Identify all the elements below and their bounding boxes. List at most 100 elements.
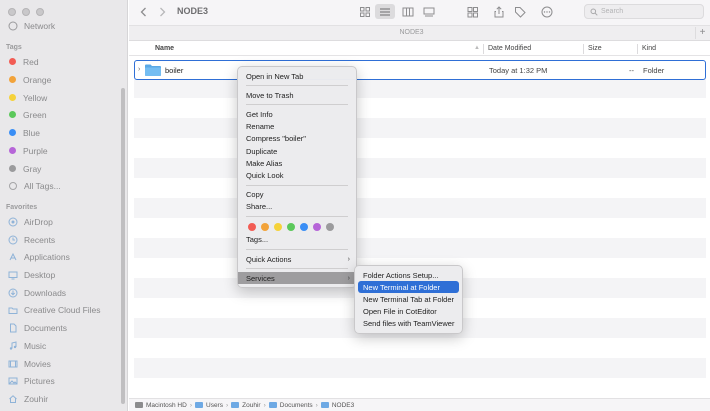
table-row xyxy=(134,98,706,118)
home-icon xyxy=(231,402,240,408)
sidebar-tag-blue[interactable]: Blue xyxy=(8,124,40,141)
gray-tag-button[interactable] xyxy=(326,222,334,231)
close-window-button[interactable] xyxy=(8,8,16,16)
column-size[interactable]: Size xyxy=(588,45,602,52)
path-item-macintosh-hd[interactable]: Macintosh HD xyxy=(146,402,187,409)
column-divider[interactable] xyxy=(637,44,638,54)
menu-item-rename[interactable]: Rename xyxy=(238,121,356,133)
menu-item-compress[interactable]: Compress "boiler" xyxy=(238,133,356,145)
path-item-documents[interactable]: Documents xyxy=(280,402,313,409)
list-icon xyxy=(380,8,390,15)
action-menu-button[interactable] xyxy=(536,4,558,19)
sidebar-item-documents[interactable]: Documents xyxy=(8,319,67,336)
sidebar-item-label: Creative Cloud Files xyxy=(24,304,101,315)
sidebar-item-label: Yellow xyxy=(23,92,48,103)
menu-item-send-teamviewer[interactable]: Send files with TeamViewer xyxy=(355,318,462,330)
sidebar-scrollbar[interactable] xyxy=(121,88,125,404)
tab-node3[interactable]: NODE3 xyxy=(129,29,694,36)
menu-item-open-in-coteditor[interactable]: Open File in CotEditor xyxy=(355,306,462,318)
disclosure-chevron-icon[interactable]: › xyxy=(138,66,140,73)
menu-item-move-to-trash[interactable]: Move to Trash xyxy=(238,89,356,101)
column-name[interactable]: Name xyxy=(155,45,174,52)
minimize-window-button[interactable] xyxy=(22,8,30,16)
pictures-icon xyxy=(8,376,18,386)
table-row xyxy=(134,158,706,178)
sidebar-tag-orange[interactable]: Orange xyxy=(8,71,51,88)
folder-icon xyxy=(8,305,18,315)
sidebar-tag-green[interactable]: Green xyxy=(8,106,47,123)
menu-item-tags[interactable]: Tags... xyxy=(238,234,356,246)
menu-item-folder-actions-setup[interactable]: Folder Actions Setup... xyxy=(355,269,462,281)
file-row-boiler[interactable]: › boiler Today at 1:32 PM -- Folder xyxy=(134,60,706,80)
sidebar-item-pictures[interactable]: Pictures xyxy=(8,372,55,389)
column-divider[interactable] xyxy=(483,44,484,54)
column-date[interactable]: Date Modified xyxy=(488,45,531,52)
tag-button[interactable] xyxy=(513,4,527,19)
menu-item-quick-actions[interactable]: Quick Actions › xyxy=(238,253,356,265)
yellow-tag-button[interactable] xyxy=(274,222,282,231)
sidebar-all-tags[interactable]: All Tags... xyxy=(8,177,61,194)
sidebar-tag-gray[interactable]: Gray xyxy=(8,160,41,177)
path-item-zouhir[interactable]: Zouhir xyxy=(242,402,260,409)
tags-header: Tags xyxy=(6,44,22,51)
chevron-right-icon: › xyxy=(347,255,350,263)
group-button[interactable] xyxy=(463,4,483,19)
menu-item-new-terminal-at-folder[interactable]: New Terminal at Folder xyxy=(358,281,459,294)
search-field[interactable]: Search xyxy=(584,4,704,19)
column-divider[interactable] xyxy=(583,44,584,54)
menu-item-copy[interactable]: Copy xyxy=(238,189,356,201)
file-kind: Folder xyxy=(643,66,665,75)
menu-item-services[interactable]: Services › xyxy=(238,272,356,285)
sidebar-tag-purple[interactable]: Purple xyxy=(8,142,48,159)
sidebar-item-airdrop[interactable]: AirDrop xyxy=(8,213,53,230)
sidebar-item-label: All Tags... xyxy=(24,180,61,191)
menu-item-get-info[interactable]: Get Info xyxy=(238,108,356,120)
green-tag-button[interactable] xyxy=(287,222,295,231)
sidebar-item-label: Orange xyxy=(23,74,52,85)
sidebar-item-desktop[interactable]: Desktop xyxy=(8,266,55,283)
table-row xyxy=(134,238,706,258)
new-tab-button[interactable]: + xyxy=(695,27,709,39)
search-placeholder: Search xyxy=(601,8,624,15)
path-item-node3[interactable]: NODE3 xyxy=(332,402,354,409)
purple-tag-dot-icon xyxy=(9,147,16,154)
share-button[interactable] xyxy=(492,4,506,19)
sidebar-item-downloads[interactable]: Downloads xyxy=(8,284,66,301)
column-view-button[interactable] xyxy=(399,4,416,19)
zoom-window-button[interactable] xyxy=(36,8,44,16)
blue-tag-button[interactable] xyxy=(300,222,308,231)
sidebar-tag-red[interactable]: Red xyxy=(8,53,39,70)
tag-color-picker xyxy=(238,220,356,234)
sidebar-item-movies[interactable]: Movies xyxy=(8,355,51,372)
back-button[interactable] xyxy=(137,4,151,19)
path-separator: › xyxy=(315,401,318,409)
sidebar-item-creative-cloud-files[interactable]: Creative Cloud Files xyxy=(8,301,101,318)
music-icon xyxy=(8,340,18,351)
sidebar-item-network[interactable]: Network xyxy=(8,17,55,34)
menu-item-open-new-tab[interactable]: Open in New Tab xyxy=(238,70,356,82)
orange-tag-button[interactable] xyxy=(261,222,269,231)
menu-item-new-terminal-tab-at-folder[interactable]: New Terminal Tab at Folder xyxy=(355,293,462,305)
path-item-users[interactable]: Users xyxy=(206,402,223,409)
icon-view-button[interactable] xyxy=(356,4,373,19)
sidebar-item-recents[interactable]: Recents xyxy=(8,231,55,248)
gallery-view-button[interactable] xyxy=(420,4,437,19)
column-kind[interactable]: Kind xyxy=(642,45,656,52)
menu-item-quick-look[interactable]: Quick Look xyxy=(238,169,356,181)
sidebar-item-label: Downloads xyxy=(24,287,67,298)
sidebar-item-zouhir[interactable]: Zouhir xyxy=(8,390,48,407)
menu-item-duplicate[interactable]: Duplicate xyxy=(238,145,356,157)
sidebar-item-label: Recents xyxy=(24,234,56,245)
menu-separator xyxy=(246,249,348,251)
red-tag-button[interactable] xyxy=(248,222,256,231)
menu-item-share[interactable]: Share... xyxy=(238,201,356,213)
sidebar-item-music[interactable]: Music xyxy=(8,337,46,354)
menu-item-make-alias[interactable]: Make Alias xyxy=(238,157,356,169)
purple-tag-button[interactable] xyxy=(313,222,321,231)
sidebar-tag-yellow[interactable]: Yellow xyxy=(8,89,47,106)
forward-button[interactable] xyxy=(155,4,169,19)
sidebar-item-applications[interactable]: Applications xyxy=(8,248,70,265)
list-view-button[interactable] xyxy=(375,4,395,19)
all-tags-icon xyxy=(8,181,18,191)
column-header: Name ▲ Date Modified Size Kind xyxy=(129,42,710,56)
